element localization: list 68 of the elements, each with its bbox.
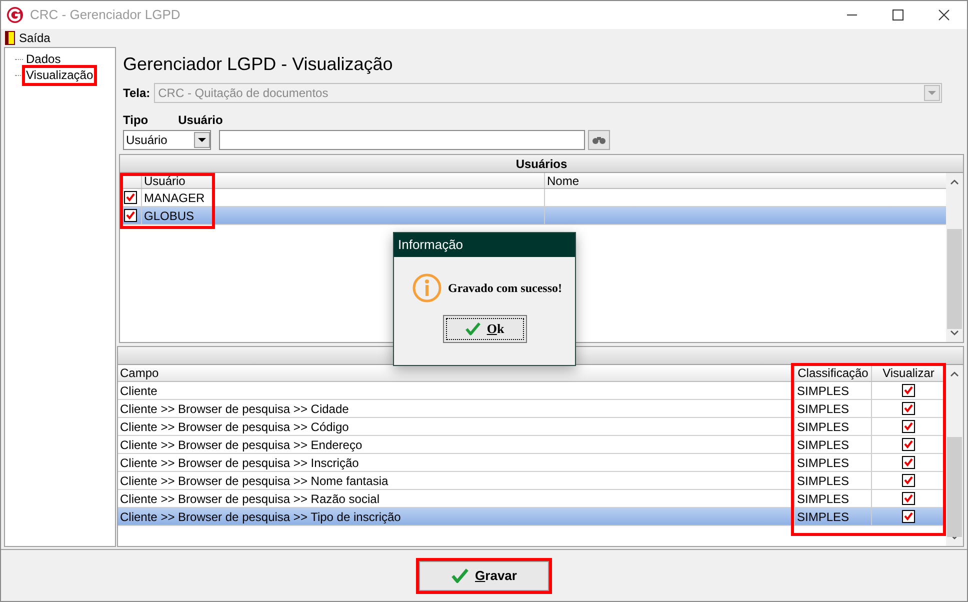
scroll-down-icon[interactable] [950, 534, 959, 540]
checkbox[interactable] [124, 209, 137, 222]
column-header[interactable]: Classificação [795, 365, 872, 381]
search-button[interactable] [588, 130, 610, 150]
tipo-label: Tipo [123, 112, 148, 129]
table-row[interactable]: GLOBUS [120, 207, 946, 225]
dialog-message: Gravado com sucesso! [448, 280, 562, 297]
checkmark-icon [451, 566, 470, 584]
table-row[interactable]: Cliente >> Browser de pesquisa >> Tipo de inscrição SIMPLES [118, 508, 946, 526]
users-title: Usuários [120, 155, 963, 173]
table-cell: SIMPLES [795, 472, 872, 489]
close-icon[interactable] [938, 9, 950, 21]
tela-label: Tela: [123, 85, 150, 102]
table-row[interactable]: Cliente >> Browser de pesquisa >> Código SIMPLES [118, 418, 946, 436]
table-row[interactable]: Cliente >> Browser de pesquisa >> Nome fantasia SIMPLES [118, 472, 946, 490]
info-icon [412, 273, 442, 303]
table-cell: SIMPLES [795, 418, 872, 435]
table-cell: Cliente [118, 382, 795, 399]
table-cell: SIMPLES [795, 382, 872, 399]
scroll-down-icon[interactable] [950, 330, 959, 336]
table-cell: SIMPLES [795, 436, 872, 453]
usuario-field[interactable] [219, 130, 585, 150]
table-cell: Cliente >> Browser de pesquisa >> Endereço [118, 436, 795, 453]
dialog-title: Informação [394, 233, 575, 257]
checkbox[interactable] [902, 510, 915, 523]
maximize-icon[interactable] [892, 9, 904, 21]
usuario-label: Usuário [178, 112, 223, 129]
checkbox[interactable] [902, 420, 915, 433]
column-header[interactable]: Nome [545, 173, 946, 188]
column-header[interactable]: Usuário [142, 173, 545, 188]
checkbox[interactable] [124, 191, 137, 204]
table-cell: Cliente >> Browser de pesquisa >> Cidade [118, 400, 795, 417]
checkbox[interactable] [902, 402, 915, 415]
tree-item[interactable]: Dados [25, 52, 62, 67]
scrollbar[interactable] [946, 173, 963, 342]
table-row[interactable]: Cliente >> Browser de pesquisa >> Cidade SIMPLES [118, 400, 946, 418]
checkmark-icon [464, 321, 481, 337]
door-icon [5, 31, 15, 45]
app-logo-icon [6, 6, 24, 24]
scrollbar[interactable] [946, 365, 963, 546]
scroll-up-icon[interactable] [950, 179, 959, 185]
checkbox[interactable] [902, 492, 915, 505]
table-row[interactable]: Cliente SIMPLES [118, 382, 946, 400]
table-cell: SIMPLES [795, 490, 872, 507]
menu-item[interactable]: Saída [5, 29, 50, 47]
page-heading: Gerenciador LGPD - Visualização [123, 53, 394, 75]
table-cell: SIMPLES [795, 454, 872, 471]
checkbox[interactable] [902, 384, 915, 397]
ok-button[interactable]: Ok [442, 315, 526, 343]
table-cell: SIMPLES [795, 508, 872, 525]
scroll-up-icon[interactable] [950, 371, 959, 377]
table-cell: Cliente >> Browser de pesquisa >> Nome fantasia [118, 472, 795, 489]
table-row[interactable]: Cliente >> Browser de pesquisa >> Endereço SIMPLES [118, 436, 946, 454]
table-cell: Cliente >> Browser de pesquisa >> Razão social [118, 490, 795, 507]
table-cell: SIMPLES [795, 400, 872, 417]
table-cell: Cliente >> Browser de pesquisa >> Inscrição [118, 454, 795, 471]
table-cell: GLOBUS [142, 207, 545, 224]
table-cell: Cliente >> Browser de pesquisa >> Código [118, 418, 795, 435]
checkbox[interactable] [902, 474, 915, 487]
tree-item[interactable]: Visualização [25, 68, 94, 83]
binoculars-icon [592, 135, 606, 145]
window-title: CRC - Gerenciador LGPD [30, 6, 180, 24]
table-row[interactable]: Cliente >> Browser de pesquisa >> Inscrição SIMPLES [118, 454, 946, 472]
checkbox[interactable] [902, 456, 915, 469]
checkbox[interactable] [902, 438, 915, 451]
tipo-dropdown[interactable]: Usuário [123, 130, 211, 150]
table-cell: Cliente >> Browser de pesquisa >> Tipo de inscrição [118, 508, 795, 525]
table-cell: MANAGER [142, 189, 545, 206]
